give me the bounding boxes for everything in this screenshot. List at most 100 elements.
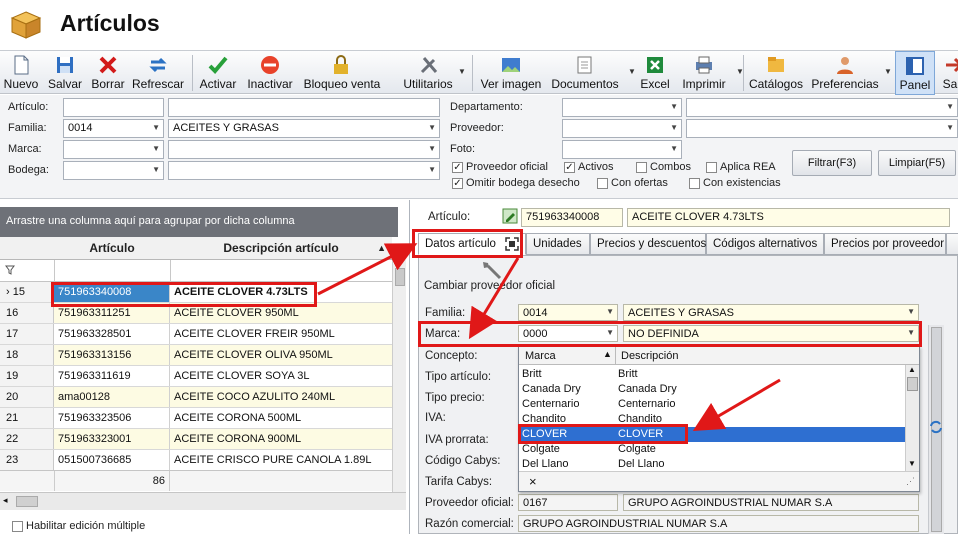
- view-image-button[interactable]: Ver imagen: [480, 51, 542, 95]
- table-row[interactable]: 17 751963328501 ACEITE CLOVER FREIR 950ML: [0, 324, 392, 345]
- brand-column-header[interactable]: Marca: [525, 350, 556, 362]
- catalogs-button[interactable]: Catálogos: [748, 51, 804, 95]
- dropdown-scrollbar[interactable]: ▲ ▼: [905, 365, 919, 471]
- toolbar-separator: [472, 55, 473, 91]
- exit-icon: [946, 57, 958, 73]
- omit-waste-warehouse-checkbox[interactable]: ✓ Omitir bodega desecho: [452, 177, 580, 189]
- highlight-brand-field: [418, 321, 922, 347]
- description-cell[interactable]: ACEITE CLOVER FREIR 950ML: [170, 324, 392, 344]
- supplier-code-select[interactable]: ▼: [562, 119, 682, 138]
- user-icon: [837, 57, 853, 74]
- catalog-icon: [768, 57, 784, 72]
- supplier-name-select[interactable]: ▼: [686, 119, 958, 138]
- table-row[interactable]: 20 ama00128 ACEITE COCO AZULITO 240ML: [0, 387, 392, 408]
- description-cell[interactable]: ACEITE CORONA 900ML: [170, 429, 392, 449]
- chevron-down-icon: ▼: [458, 67, 466, 76]
- checkmark-icon: ✓: [452, 161, 463, 173]
- official-supplier-code[interactable]: 0167: [518, 494, 618, 511]
- table-row[interactable]: 21 751963323506 ACEITE CORONA 500ML: [0, 408, 392, 429]
- close-icon[interactable]: ×: [529, 474, 537, 489]
- dropdown-item[interactable]: Canada Dry Canada Dry: [519, 382, 905, 397]
- dropdown-item[interactable]: Colgate Colgate: [519, 442, 905, 457]
- chevron-down-icon: ▼: [907, 307, 915, 316]
- panel-button[interactable]: Panel: [895, 51, 935, 95]
- with-offers-checkbox[interactable]: Con ofertas: [597, 177, 668, 189]
- row-number: 18: [0, 345, 54, 365]
- active-checkbox[interactable]: ✓ Activos: [564, 161, 613, 173]
- change-official-supplier-link[interactable]: Cambiar proveedor oficial: [424, 280, 555, 292]
- article-code-cell[interactable]: ama00128: [54, 387, 170, 407]
- filter-button[interactable]: Filtrar(F3): [792, 150, 872, 176]
- detail-article-name[interactable]: ACEITE CLOVER 4.73LTS: [627, 208, 950, 227]
- grid-horizontal-scrollbar[interactable]: ◂: [0, 492, 406, 510]
- chevron-down-icon: ▼: [428, 144, 436, 153]
- edit-icon[interactable]: [502, 208, 518, 224]
- detail-article-code[interactable]: 751963340008: [521, 208, 623, 227]
- article-code-cell[interactable]: 751963328501: [54, 324, 170, 344]
- chevron-down-icon: ▼: [946, 123, 954, 132]
- print-button[interactable]: Imprimir ▼: [678, 51, 744, 95]
- article-code-cell[interactable]: 751963311619: [54, 366, 170, 386]
- clear-button[interactable]: Limpiar(F5): [878, 150, 956, 176]
- detail-family-name-select[interactable]: ACEITES Y GRASAS ▼: [623, 304, 919, 321]
- toolbar-separator: [743, 55, 744, 91]
- refresh-icon[interactable]: [929, 420, 943, 434]
- business-name[interactable]: GRUPO AGROINDUSTRIAL NUMAR S.A: [518, 515, 919, 532]
- dropdown-footer: × ⋰: [519, 471, 919, 491]
- official-supplier-checkbox[interactable]: ✓ Proveedor oficial: [452, 161, 548, 173]
- description-cell[interactable]: ACEITE CLOVER SOYA 3L: [170, 366, 392, 386]
- documents-button[interactable]: Documentos ▼: [550, 51, 636, 95]
- dropdown-item[interactable]: Del Llano Del Llano: [519, 457, 905, 472]
- extra-button[interactable]: Sa: [942, 51, 958, 95]
- excel-button[interactable]: Excel: [634, 51, 676, 95]
- official-supplier-name[interactable]: GRUPO AGROINDUSTRIAL NUMAR S.A: [623, 494, 919, 511]
- with-stock-checkbox[interactable]: Con existencias: [689, 177, 781, 189]
- brand-cell: Britt: [522, 368, 542, 380]
- tab-codigos-alternativos[interactable]: Códigos alternativos: [706, 233, 824, 255]
- documents-icon: [577, 56, 592, 74]
- row-number: 20: [0, 387, 54, 407]
- description-cell[interactable]: ACEITE CLOVER OLIVA 950ML: [170, 345, 392, 365]
- description-column-header[interactable]: Descripción: [621, 350, 678, 362]
- chevron-down-icon: ▼: [428, 165, 436, 174]
- detail-family-code-select[interactable]: 0014 ▼: [518, 304, 618, 321]
- description-cell[interactable]: ACEITE CORONA 500ML: [170, 408, 392, 428]
- brand-description-cell: Britt: [618, 368, 638, 380]
- department-name-select[interactable]: ▼: [686, 98, 958, 117]
- brand-description-cell: Canada Dry: [618, 383, 677, 395]
- department-code-select[interactable]: ▼: [562, 98, 682, 117]
- table-row[interactable]: 18 751963313156 ACEITE CLOVER OLIVA 950ML: [0, 345, 392, 366]
- article-code-cell[interactable]: 751963323001: [54, 429, 170, 449]
- description-cell[interactable]: ACEITE CRISCO PURE CANOLA 1.89L: [170, 450, 392, 470]
- brand-dropdown: Marca ▲ Descripción Britt Britt Canada Dry…: [518, 346, 920, 492]
- grid-vertical-scrollbar[interactable]: [392, 260, 406, 492]
- preferences-button[interactable]: Preferencias ▼: [811, 51, 892, 95]
- photo-select[interactable]: ▼: [562, 140, 682, 159]
- resize-grip-icon[interactable]: ⋰: [906, 476, 915, 487]
- row-number: 19: [0, 366, 54, 386]
- tab-precios-descuentos[interactable]: Precios y descuentos: [590, 233, 706, 255]
- dropdown-item[interactable]: Britt Britt: [519, 367, 905, 382]
- utilities-button[interactable]: Utilitarios ▼: [400, 51, 466, 95]
- table-row[interactable]: 22 751963323001 ACEITE CORONA 900ML: [0, 429, 392, 450]
- grid-footer: 86: [0, 470, 392, 491]
- table-row[interactable]: 19 751963311619 ACEITE CLOVER SOYA 3L: [0, 366, 392, 387]
- tab-more[interactable]: [946, 233, 958, 255]
- highlight-datos-tab: [412, 229, 523, 258]
- checkmark-icon: ✓: [564, 161, 575, 173]
- brand-description-cell: Del Llano: [618, 458, 665, 470]
- highlight-selected-row: [51, 282, 317, 307]
- brand-cell: Del Llano: [522, 458, 569, 470]
- table-row[interactable]: 23 051500736685 ACEITE CRISCO PURE CANOLA …: [0, 450, 392, 470]
- combos-checkbox[interactable]: Combos: [636, 161, 691, 173]
- chevron-up-icon: ▲: [908, 365, 916, 374]
- article-code-cell[interactable]: 751963323506: [54, 408, 170, 428]
- multi-edit-checkbox[interactable]: Habilitar edición múltiple: [12, 520, 145, 532]
- rea-checkbox[interactable]: Aplica REA: [706, 161, 776, 173]
- article-code-cell[interactable]: 051500736685: [54, 450, 170, 470]
- description-cell[interactable]: ACEITE COCO AZULITO 240ML: [170, 387, 392, 407]
- tab-unidades[interactable]: Unidades: [526, 233, 590, 255]
- tab-precios-proveedor[interactable]: Precios por proveedor: [824, 233, 946, 255]
- dropdown-item[interactable]: Centernario Centernario: [519, 397, 905, 412]
- article-code-cell[interactable]: 751963313156: [54, 345, 170, 365]
